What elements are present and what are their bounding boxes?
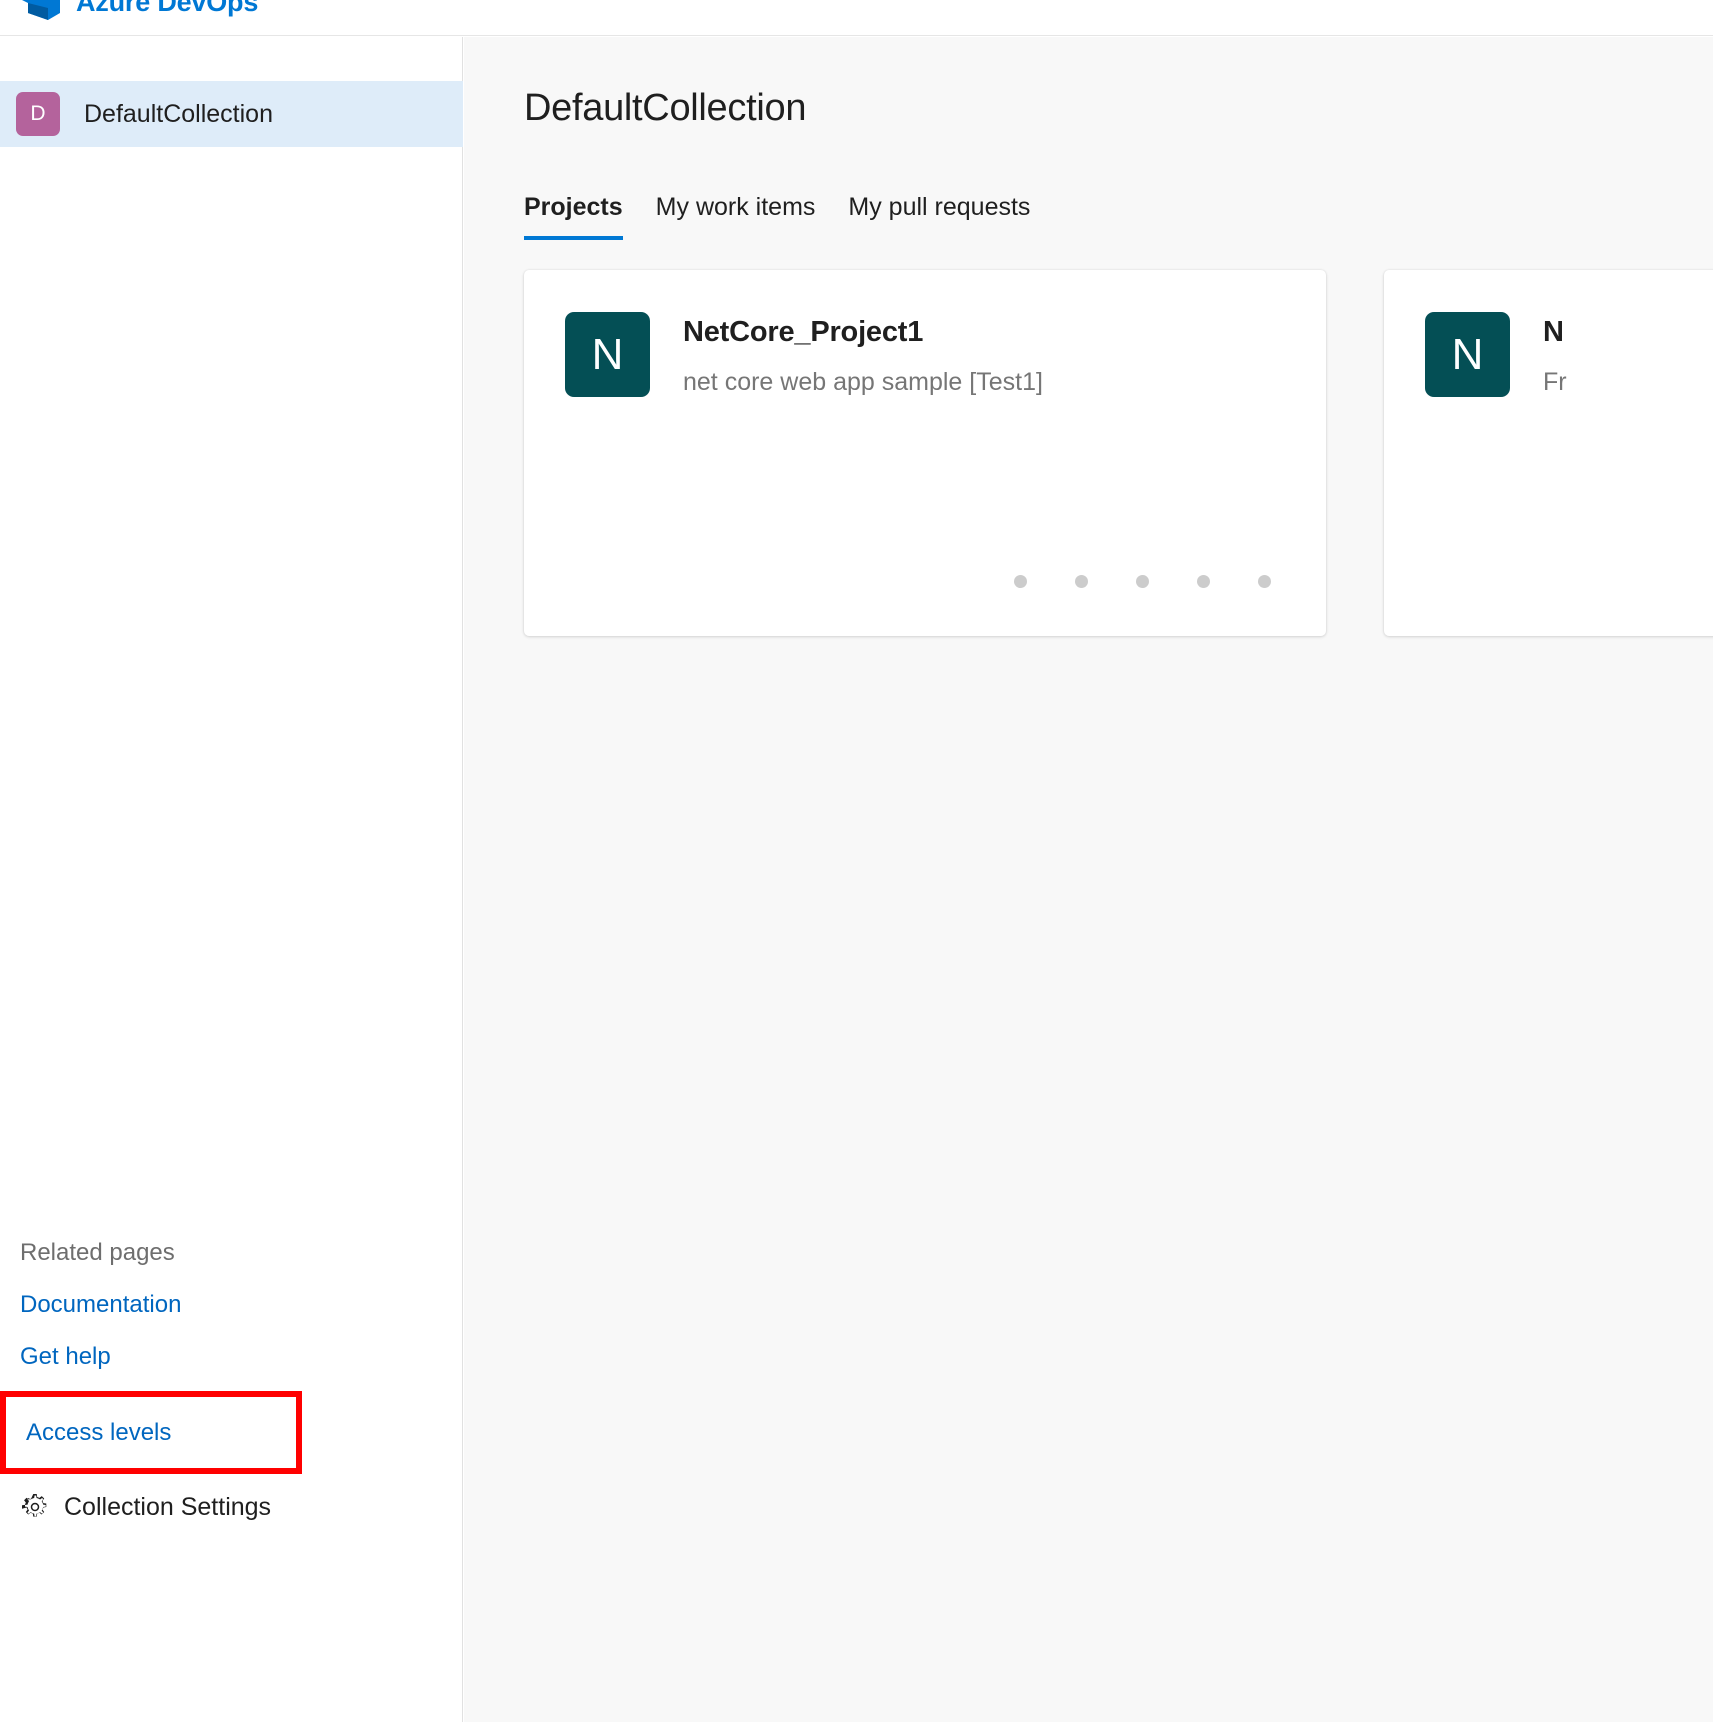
project-description: net core web app sample [Test1] [683, 368, 1043, 396]
sidebar-item-default-collection[interactable]: D DefaultCollection [0, 81, 463, 147]
main-content: DefaultCollection Projects My work items… [464, 37, 1713, 1722]
sidebar-item-collection-settings[interactable]: Collection Settings [20, 1492, 271, 1522]
project-card-header: N N Fr [1384, 270, 1713, 397]
project-card[interactable]: N N Fr [1384, 270, 1713, 636]
link-get-help[interactable]: Get help [0, 1331, 463, 1383]
collection-settings-label: Collection Settings [64, 1492, 272, 1521]
sidebar: D DefaultCollection Related pages Docume… [0, 37, 463, 1722]
project-avatar: N [1425, 312, 1510, 397]
top-brand-bar: Azure DevOps [0, 0, 1713, 36]
access-levels-highlight-box: Access levels [0, 1391, 302, 1474]
project-name: NetCore_Project1 [683, 316, 924, 348]
project-description: Fr [1543, 368, 1567, 396]
azure-devops-logo-icon [22, 0, 60, 20]
project-card-member-dots [1014, 575, 1271, 588]
tab-bar: Projects My work items My pull requests [524, 184, 1030, 240]
projects-list: N NetCore_Project1 net core web app samp… [524, 270, 1713, 636]
tab-projects[interactable]: Projects [524, 193, 623, 240]
tab-my-pull-requests[interactable]: My pull requests [848, 193, 1030, 240]
tab-my-work-items[interactable]: My work items [656, 193, 816, 240]
page-title: DefaultCollection [524, 87, 807, 129]
related-pages-heading: Related pages [20, 1239, 175, 1266]
link-access-levels[interactable]: Access levels [6, 1420, 171, 1445]
project-name: N [1543, 316, 1564, 348]
collection-avatar: D [16, 92, 60, 136]
gear-icon [22, 1494, 47, 1517]
brand-title: Azure DevOps [76, 0, 259, 17]
link-documentation[interactable]: Documentation [0, 1279, 463, 1331]
azure-devops-brand[interactable]: Azure DevOps [20, 0, 258, 22]
project-avatar: N [565, 312, 650, 397]
collection-name-label: DefaultCollection [84, 99, 273, 128]
member-dot [1014, 575, 1027, 588]
related-pages-section: Related pages Documentation Get help [0, 1227, 463, 1383]
member-dot [1075, 575, 1088, 588]
project-card-header: N NetCore_Project1 net core web app samp… [524, 270, 1326, 397]
member-dot [1136, 575, 1149, 588]
member-dot [1197, 575, 1210, 588]
project-card[interactable]: N NetCore_Project1 net core web app samp… [524, 270, 1326, 636]
member-dot [1258, 575, 1271, 588]
